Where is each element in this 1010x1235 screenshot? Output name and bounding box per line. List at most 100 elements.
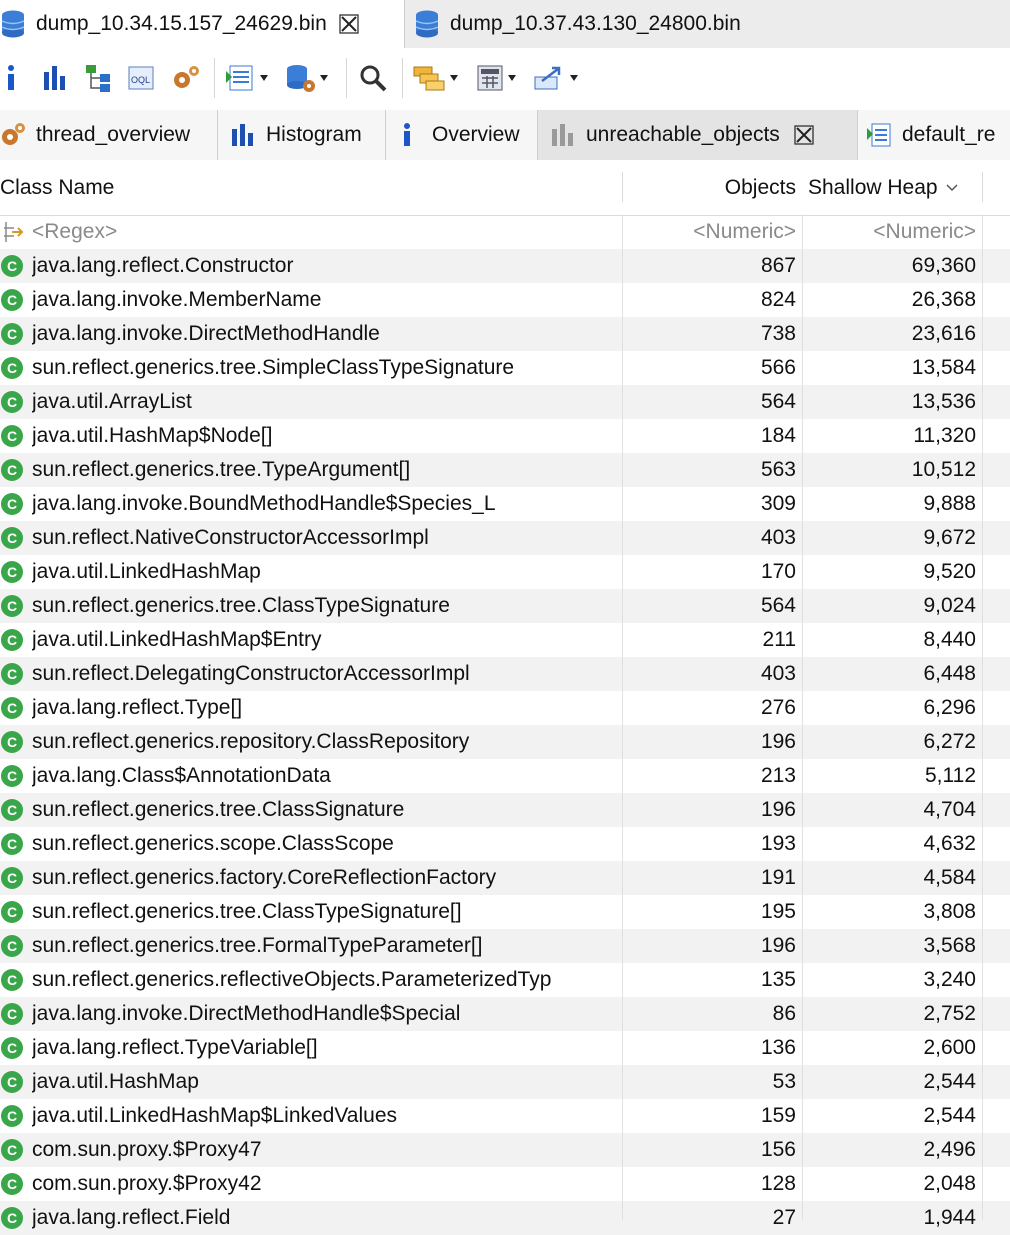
table-row[interactable]: Cjava.util.ArrayList 564 13,536 <box>0 385 1010 419</box>
table-row[interactable]: Csun.reflect.NativeConstructorAccessorIm… <box>0 521 1010 555</box>
table-row[interactable]: Csun.reflect.generics.tree.TypeArgument[… <box>0 453 1010 487</box>
shallow-heap-filter-input[interactable]: <Numeric> <box>804 215 976 249</box>
filter-row: <Regex> <Numeric> <Numeric> <box>0 215 1010 249</box>
objects-cell: 128 <box>760 1172 796 1195</box>
shallow-heap-cell: 8,440 <box>923 628 976 651</box>
table-row[interactable]: Csun.reflect.generics.tree.ClassTypeSign… <box>0 895 1010 929</box>
reports-dropdown[interactable] <box>224 62 268 94</box>
table-row[interactable]: Cjava.lang.invoke.DirectMethodHandle$Spe… <box>0 997 1010 1031</box>
table-row[interactable]: Csun.reflect.generics.repository.ClassRe… <box>0 725 1010 759</box>
shallow-heap-cell: 3,568 <box>923 934 976 957</box>
table-row[interactable]: Cjava.lang.reflect.Constructor 867 69,360 <box>0 249 1010 283</box>
class-name-cell: java.lang.reflect.TypeVariable[] <box>32 1036 318 1059</box>
tab-default-report[interactable]: default_re <box>858 110 1010 160</box>
objects-cell: 156 <box>760 1138 796 1161</box>
histogram-button[interactable] <box>42 62 68 94</box>
table-row[interactable]: Cjava.util.HashMap 53 2,544 <box>0 1065 1010 1099</box>
shallow-heap-cell: 9,520 <box>923 560 976 583</box>
objects-cell: 135 <box>760 968 796 991</box>
objects-filter-input[interactable]: <Numeric> <box>624 215 796 249</box>
table-row[interactable]: Csun.reflect.generics.tree.SimpleClassTy… <box>0 351 1010 385</box>
shallow-heap-cell: 2,048 <box>923 1172 976 1195</box>
class-name-cell: java.lang.Class$AnnotationData <box>32 764 331 787</box>
table-row[interactable]: Cjava.lang.invoke.BoundMethodHandle$Spec… <box>0 487 1010 521</box>
shallow-heap-cell: 9,888 <box>923 492 976 515</box>
class-name-cell: java.lang.invoke.BoundMethodHandle$Speci… <box>32 492 496 515</box>
table-row[interactable]: Ccom.sun.proxy.$Proxy42 128 2,048 <box>0 1167 1010 1201</box>
shallow-heap-cell: 4,584 <box>923 866 976 889</box>
class-name-cell: java.util.HashMap$Node[] <box>32 424 273 447</box>
table-row[interactable]: Csun.reflect.generics.scope.ClassScope 19… <box>0 827 1010 861</box>
calculate-dropdown[interactable] <box>476 62 516 94</box>
class-icon: C <box>1 765 23 787</box>
shallow-heap-cell: 2,544 <box>923 1104 976 1127</box>
tab-thread-overview[interactable]: thread_overview <box>0 110 218 160</box>
dominator-tree-button[interactable] <box>84 62 114 94</box>
oql-button[interactable]: OQL <box>126 62 156 94</box>
tab-histogram[interactable]: Histogram <box>218 110 386 160</box>
column-header-class-name[interactable]: Class Name <box>0 160 620 215</box>
sort-descending-icon <box>946 183 958 191</box>
class-icon: C <box>1 289 23 311</box>
table-row[interactable]: Cjava.util.LinkedHashMap$LinkedValues 159… <box>0 1099 1010 1133</box>
tab-unreachable-objects[interactable]: unreachable_objects <box>538 110 858 160</box>
table-row[interactable]: Csun.reflect.DelegatingConstructorAccess… <box>0 657 1010 691</box>
group-by-dropdown[interactable] <box>412 62 458 94</box>
table-row[interactable]: Csun.reflect.generics.tree.ClassTypeSign… <box>0 589 1010 623</box>
table-row[interactable]: Ccom.sun.proxy.$Proxy47 156 2,496 <box>0 1133 1010 1167</box>
close-icon[interactable] <box>339 14 359 34</box>
table-row[interactable]: Cjava.lang.reflect.TypeVariable[] 136 2,60… <box>0 1031 1010 1065</box>
table-row[interactable]: Csun.reflect.generics.factory.CoreReflec… <box>0 861 1010 895</box>
table-row[interactable]: Cjava.util.HashMap$Node[] 184 11,320 <box>0 419 1010 453</box>
objects-cell: 159 <box>760 1104 796 1127</box>
class-icon: C <box>1 561 23 583</box>
settings-button[interactable] <box>170 62 202 94</box>
table-row[interactable]: Cjava.lang.invoke.MemberName 824 26,368 <box>0 283 1010 317</box>
tab-label: thread_overview <box>36 123 191 146</box>
dominator-tree-icon <box>86 65 110 92</box>
table-row[interactable]: Cjava.lang.reflect.Type[] 276 6,296 <box>0 691 1010 725</box>
svg-text:C: C <box>7 258 17 274</box>
shallow-heap-cell: 2,752 <box>923 1002 976 1025</box>
class-icon: C <box>1 595 23 617</box>
table-row[interactable]: Csun.reflect.generics.reflectiveObjects.… <box>0 963 1010 997</box>
class-icon: C <box>1 901 23 923</box>
overview-button[interactable] <box>4 62 18 94</box>
table-row[interactable]: Csun.reflect.generics.tree.ClassSignatur… <box>0 793 1010 827</box>
class-name-cell: sun.reflect.generics.repository.ClassRep… <box>32 730 470 753</box>
tab-overview[interactable]: Overview <box>386 110 538 160</box>
class-icon: C <box>1 1105 23 1127</box>
export-dropdown[interactable] <box>532 62 578 94</box>
tab-label: Histogram <box>266 123 362 146</box>
histogram-icon <box>44 66 65 90</box>
toolbar: OQL <box>0 48 1010 111</box>
table-row[interactable]: Cjava.util.LinkedHashMap$Entry 211 8,440 <box>0 623 1010 657</box>
svg-text:C: C <box>7 666 17 682</box>
objects-cell: 196 <box>760 934 796 957</box>
table-row[interactable]: Cjava.lang.reflect.Field 27 1,944 <box>0 1201 1010 1235</box>
svg-text:C: C <box>7 360 17 376</box>
objects-cell: 276 <box>760 696 796 719</box>
table-row[interactable]: Cjava.lang.invoke.DirectMethodHandle 738 2… <box>0 317 1010 351</box>
column-header-objects[interactable]: Objects <box>624 160 798 215</box>
table-row[interactable]: Cjava.lang.Class$AnnotationData 213 5,112 <box>0 759 1010 793</box>
table-row[interactable]: Cjava.util.LinkedHashMap 170 9,520 <box>0 555 1010 589</box>
class-name-cell: com.sun.proxy.$Proxy47 <box>32 1138 262 1161</box>
editor-tab-dump-2[interactable]: dump_10.37.43.130_24800.bin <box>414 0 1004 48</box>
svg-text:C: C <box>7 734 17 750</box>
shallow-heap-cell: 13,584 <box>911 356 976 379</box>
query-browser-dropdown[interactable] <box>284 62 328 94</box>
close-icon[interactable] <box>794 125 814 145</box>
objects-cell: 86 <box>772 1002 796 1025</box>
class-icon: C <box>1 527 23 549</box>
table-row[interactable]: Csun.reflect.generics.tree.FormalTypePar… <box>0 929 1010 963</box>
chevron-down-icon <box>508 75 516 81</box>
class-icon: C <box>1 1173 23 1195</box>
column-header-shallow-heap[interactable]: Shallow Heap <box>806 160 982 215</box>
search-button[interactable] <box>358 62 388 94</box>
class-name-filter-input[interactable]: <Regex> <box>32 215 622 249</box>
editor-tab-dump-1[interactable]: dump_10.34.15.157_24629.bin <box>0 0 405 48</box>
info-icon <box>8 65 14 90</box>
chevron-down-icon <box>260 75 268 81</box>
column-header-label: Objects <box>724 175 796 199</box>
